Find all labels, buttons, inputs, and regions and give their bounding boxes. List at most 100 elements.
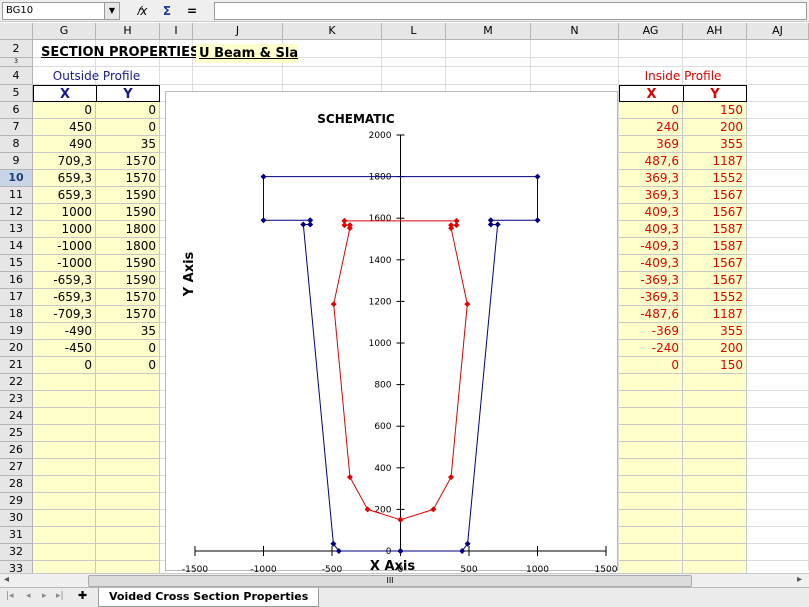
row-header-14[interactable]: 14: [0, 238, 33, 255]
inside-y-cell[interactable]: 1552: [683, 170, 747, 187]
inside-y-cell[interactable]: [683, 408, 747, 425]
outside-y-cell[interactable]: [96, 544, 160, 561]
inside-y-cell[interactable]: 355: [683, 323, 747, 340]
inside-x-cell[interactable]: 240: [619, 119, 683, 136]
row-header-5[interactable]: 5: [0, 85, 33, 102]
outside-y-cell[interactable]: 0: [96, 102, 160, 119]
prev-sheet-icon[interactable]: ◂: [26, 591, 31, 601]
row-header-30[interactable]: 30: [0, 510, 33, 527]
next-sheet-icon[interactable]: ▸: [42, 591, 47, 601]
column-header-k[interactable]: K: [283, 23, 382, 40]
outside-x-cell[interactable]: -1000: [33, 255, 96, 272]
outside-x-cell[interactable]: [33, 493, 96, 510]
inside-x-cell[interactable]: -240: [619, 340, 683, 357]
outside-y-cell[interactable]: 1590: [96, 204, 160, 221]
row-header-19[interactable]: 19: [0, 323, 33, 340]
schematic-chart[interactable]: SCHEMATIC 0 200 400 600 800 1000 1200 1400 1600 18…: [165, 91, 618, 575]
outside-y-cell[interactable]: [96, 408, 160, 425]
inside-x-cell[interactable]: [619, 408, 683, 425]
outside-y-cell[interactable]: 0: [96, 119, 160, 136]
first-sheet-icon[interactable]: |◂: [6, 591, 14, 601]
inside-y-cell[interactable]: 1567: [683, 204, 747, 221]
inside-y-cell[interactable]: [683, 544, 747, 561]
inside-x-cell[interactable]: [619, 493, 683, 510]
row-header-22[interactable]: 22: [0, 374, 33, 391]
outside-y-cell[interactable]: [96, 476, 160, 493]
inside-x-cell[interactable]: -409,3: [619, 238, 683, 255]
outside-x-cell[interactable]: 659,3: [33, 170, 96, 187]
outside-x-cell[interactable]: 709,3: [33, 153, 96, 170]
outside-y-cell[interactable]: 0: [96, 357, 160, 374]
inside-y-cell[interactable]: [683, 459, 747, 476]
outside-y-cell[interactable]: 35: [96, 136, 160, 153]
outside-x-cell[interactable]: 0: [33, 102, 96, 119]
inside-x-cell[interactable]: 369,3: [619, 187, 683, 204]
inside-y-cell[interactable]: [683, 391, 747, 408]
row-header-17[interactable]: 17: [0, 289, 33, 306]
outside-x-cell[interactable]: 450: [33, 119, 96, 136]
row-header-24[interactable]: 24: [0, 408, 33, 425]
name-box[interactable]: BG10 ▼: [2, 2, 120, 20]
row-header-4[interactable]: 4: [0, 67, 33, 85]
outside-y-cell[interactable]: 1800: [96, 221, 160, 238]
column-header-i[interactable]: I: [160, 23, 193, 40]
outside-x-cell[interactable]: -490: [33, 323, 96, 340]
row-header-31[interactable]: 31: [0, 527, 33, 544]
column-header-ah[interactable]: AH: [683, 23, 747, 40]
row-header-9[interactable]: 9: [0, 153, 33, 170]
inside-x-cell[interactable]: -369,3: [619, 289, 683, 306]
inside-x-cell[interactable]: [619, 544, 683, 561]
inside-y-cell[interactable]: [683, 493, 747, 510]
column-header-g[interactable]: G: [33, 23, 96, 40]
inside-y-cell[interactable]: [683, 527, 747, 544]
row-header-2[interactable]: 2: [0, 40, 33, 58]
row-header-27[interactable]: 27: [0, 459, 33, 476]
outside-x-cell[interactable]: [33, 476, 96, 493]
outside-x-cell[interactable]: [33, 391, 96, 408]
outside-y-cell[interactable]: [96, 442, 160, 459]
outside-x-cell[interactable]: 659,3: [33, 187, 96, 204]
inside-x-cell[interactable]: -369: [619, 323, 683, 340]
outside-x-cell[interactable]: -659,3: [33, 272, 96, 289]
sum-icon[interactable]: Σ: [158, 3, 176, 19]
column-header-j[interactable]: J: [193, 23, 283, 40]
row-header-18[interactable]: 18: [0, 306, 33, 323]
outside-y-cell[interactable]: 35: [96, 323, 160, 340]
inside-y-cell[interactable]: [683, 476, 747, 493]
row-header-15[interactable]: 15: [0, 255, 33, 272]
outside-y-cell[interactable]: [96, 425, 160, 442]
row-header-16[interactable]: 16: [0, 272, 33, 289]
outside-y-cell[interactable]: 1570: [96, 170, 160, 187]
outside-x-cell[interactable]: 490: [33, 136, 96, 153]
scroll-thumb[interactable]: III: [88, 575, 692, 587]
inside-x-cell[interactable]: -487,6: [619, 306, 683, 323]
outside-x-cell[interactable]: 0: [33, 357, 96, 374]
outside-x-cell[interactable]: [33, 510, 96, 527]
name-box-dropdown-icon[interactable]: ▼: [104, 3, 119, 19]
column-header-ag[interactable]: AG: [619, 23, 683, 40]
inside-y-cell[interactable]: [683, 374, 747, 391]
inside-y-cell[interactable]: 1552: [683, 289, 747, 306]
inside-y-cell[interactable]: 1567: [683, 272, 747, 289]
outside-y-cell[interactable]: [96, 493, 160, 510]
outside-y-cell[interactable]: 1590: [96, 255, 160, 272]
outside-x-cell[interactable]: [33, 527, 96, 544]
inside-x-cell[interactable]: 0: [619, 357, 683, 374]
row-header-29[interactable]: 29: [0, 493, 33, 510]
row-header-3[interactable]: 3: [0, 58, 33, 67]
outside-y-cell[interactable]: 1590: [96, 272, 160, 289]
column-header-m[interactable]: M: [446, 23, 531, 40]
outside-y-cell[interactable]: 1570: [96, 306, 160, 323]
column-header-aj[interactable]: AJ: [747, 23, 809, 40]
inside-y-cell[interactable]: 200: [683, 119, 747, 136]
row-header-11[interactable]: 11: [0, 187, 33, 204]
inside-x-cell[interactable]: [619, 442, 683, 459]
outside-y-cell[interactable]: 1590: [96, 187, 160, 204]
inside-y-cell[interactable]: [683, 442, 747, 459]
row-header-28[interactable]: 28: [0, 476, 33, 493]
outside-y-cell[interactable]: [96, 374, 160, 391]
select-all-corner[interactable]: [0, 23, 33, 40]
outside-y-cell[interactable]: [96, 391, 160, 408]
column-header-l[interactable]: L: [382, 23, 446, 40]
row-header-6[interactable]: 6: [0, 102, 33, 119]
